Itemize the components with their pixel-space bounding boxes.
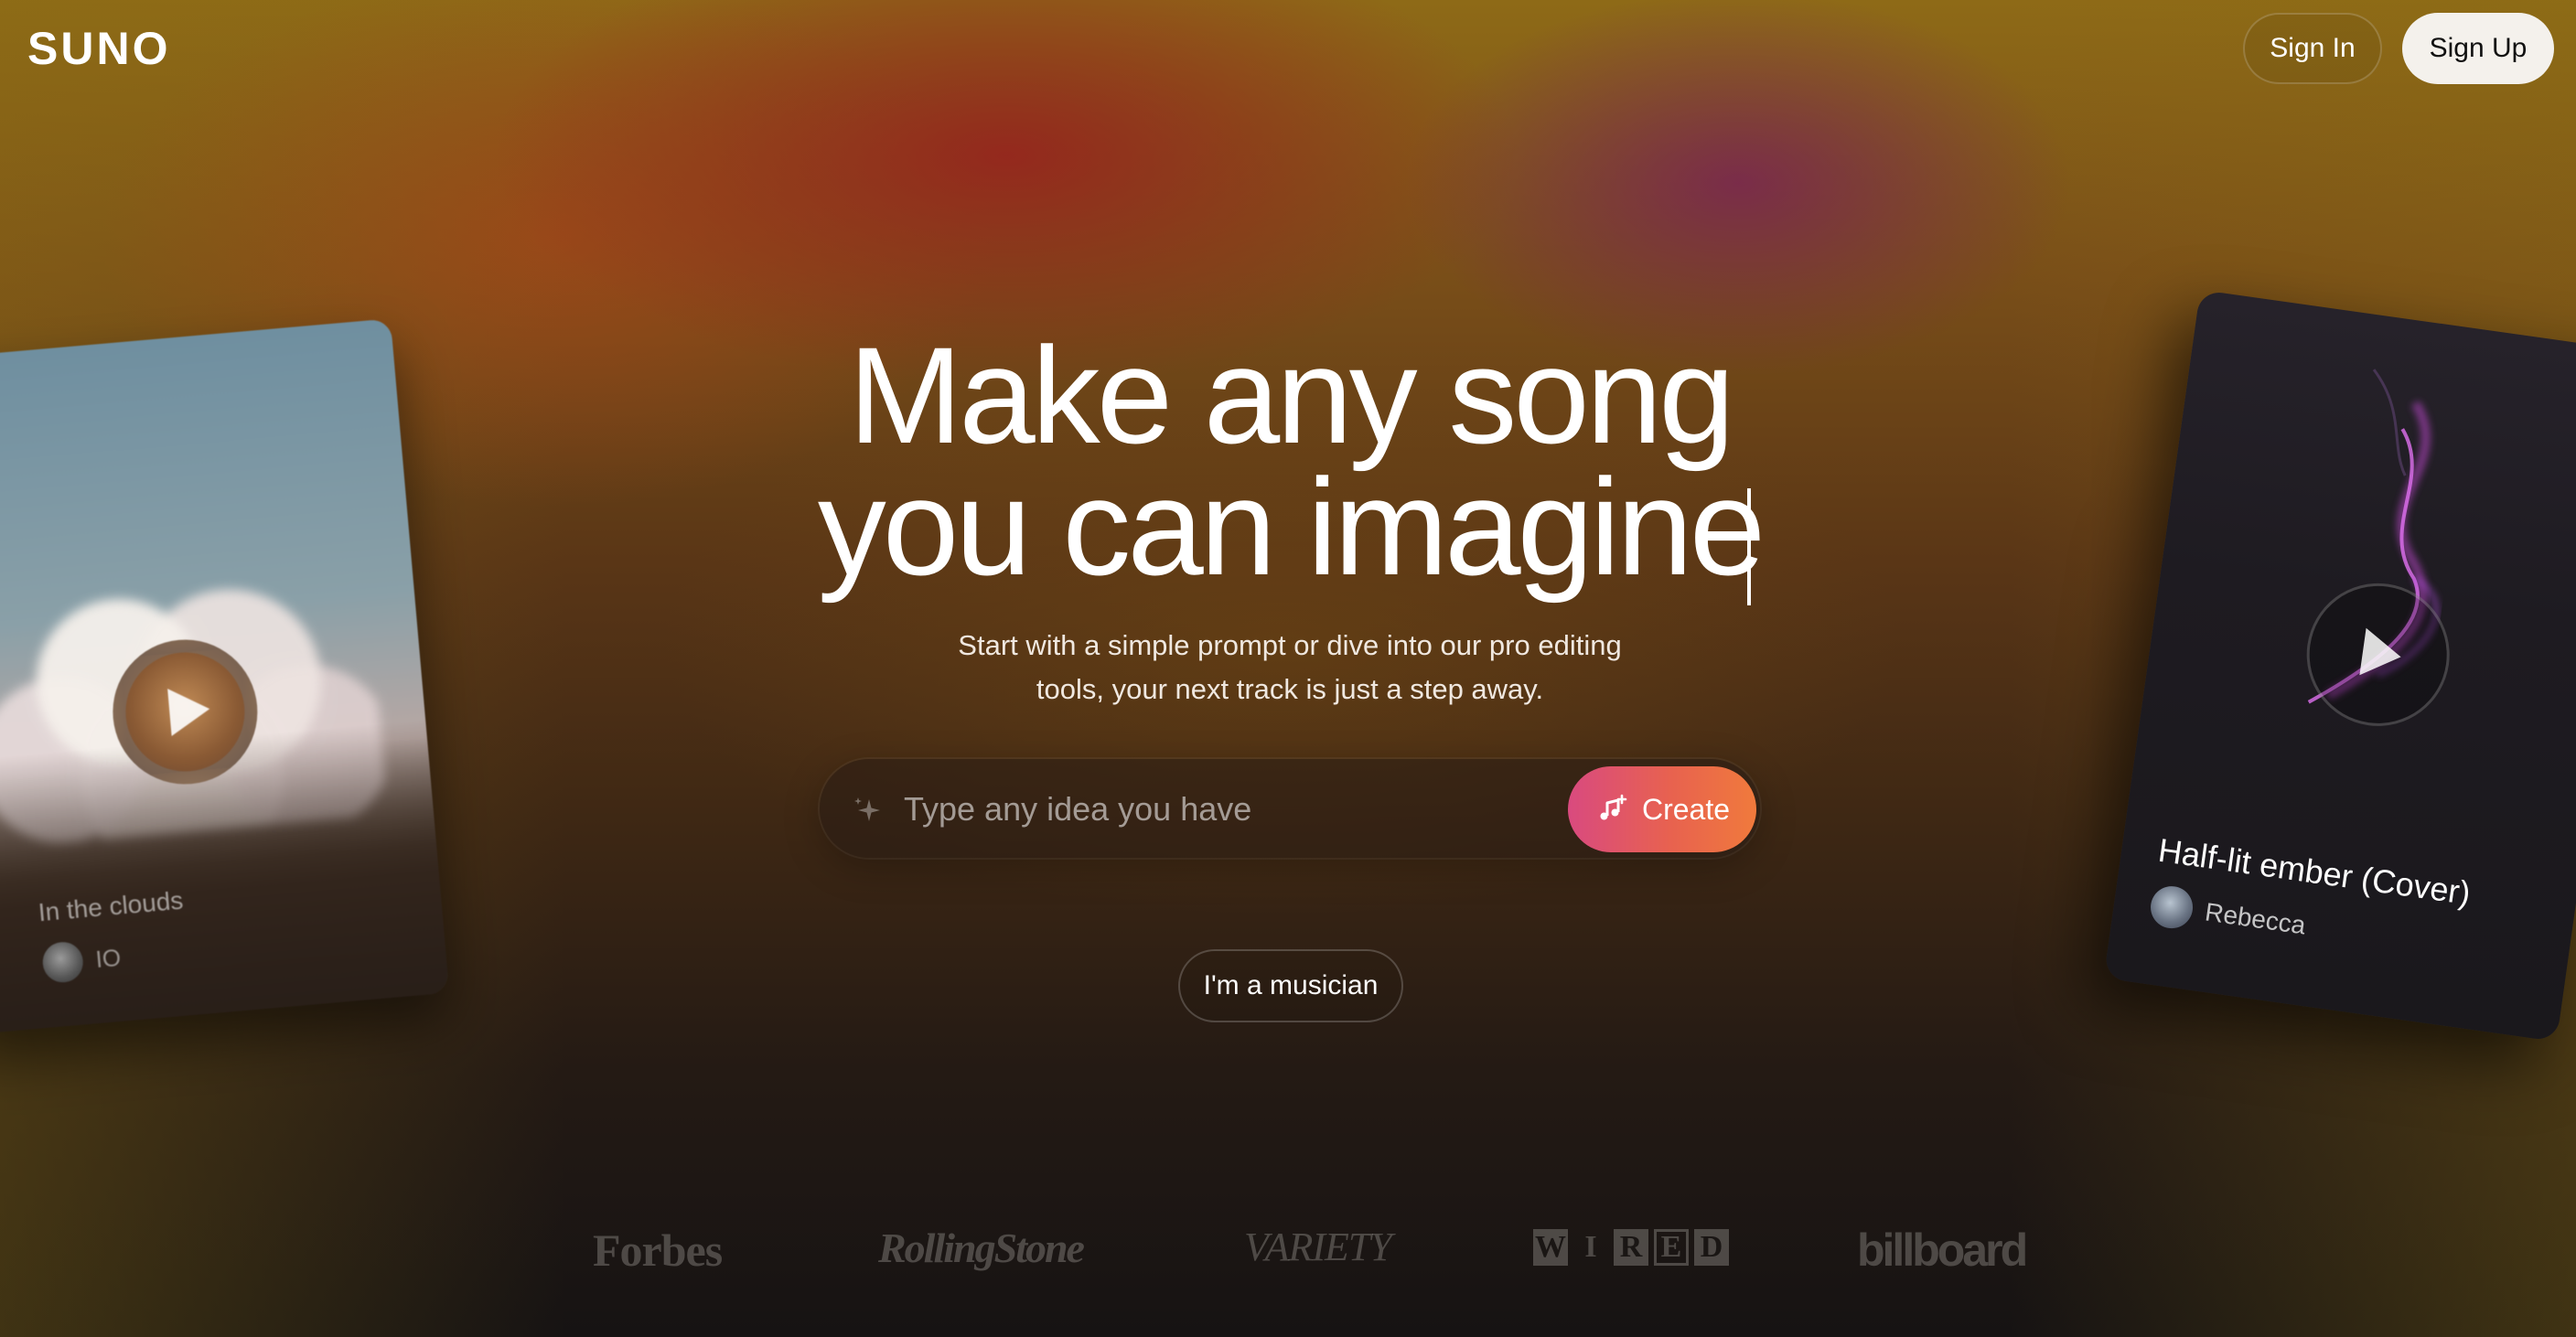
create-button[interactable]: Create xyxy=(1568,766,1756,852)
artist-name: IO xyxy=(94,943,123,973)
play-icon xyxy=(167,685,212,736)
suno-logo[interactable]: SUNO xyxy=(27,22,170,75)
song-artist: IO xyxy=(40,937,123,985)
artist-name: Rebecca xyxy=(2203,897,2308,940)
sparkle-icon xyxy=(854,797,880,821)
variety-logo: VARIETY xyxy=(1244,1225,1392,1269)
wired-logo: W I R E D xyxy=(1533,1229,1729,1284)
wired-letter: D xyxy=(1694,1229,1729,1266)
rolling-stone-logo: RollingStone xyxy=(878,1225,1085,1271)
sign-up-button[interactable]: Sign Up xyxy=(2402,13,2554,84)
hero-title: Make any song you can imagine xyxy=(640,318,1939,604)
play-icon xyxy=(2359,627,2405,681)
hero-subtitle-line1: Start with a simple prompt or dive into … xyxy=(958,629,1622,661)
wired-letter: R xyxy=(1614,1229,1648,1266)
wired-letter: W xyxy=(1533,1229,1568,1266)
hero-title-line2: you can imagine xyxy=(817,450,1766,604)
typing-caret xyxy=(1747,488,1751,605)
hero-title-line1: Make any song xyxy=(848,318,1734,472)
music-note-plus-icon xyxy=(1600,794,1627,820)
hero-subtitle-line2: tools, your next track is just a step aw… xyxy=(1036,673,1544,705)
prompt-input[interactable] xyxy=(902,783,1546,836)
create-label: Create xyxy=(1641,792,1731,826)
song-card-left[interactable]: In the clouds IO xyxy=(0,318,450,1035)
wired-letter: I xyxy=(1584,1230,1597,1264)
billboard-logo: billboard xyxy=(1857,1225,2028,1276)
hero-subtitle: Start with a simple prompt or dive into … xyxy=(878,624,1701,711)
wired-letter: E xyxy=(1654,1229,1689,1266)
avatar xyxy=(40,940,85,985)
sign-in-button[interactable]: Sign In xyxy=(2243,13,2382,84)
avatar xyxy=(2148,883,2196,932)
musician-button[interactable]: I'm a musician xyxy=(1178,949,1403,1022)
forbes-logo: Forbes xyxy=(593,1225,723,1276)
